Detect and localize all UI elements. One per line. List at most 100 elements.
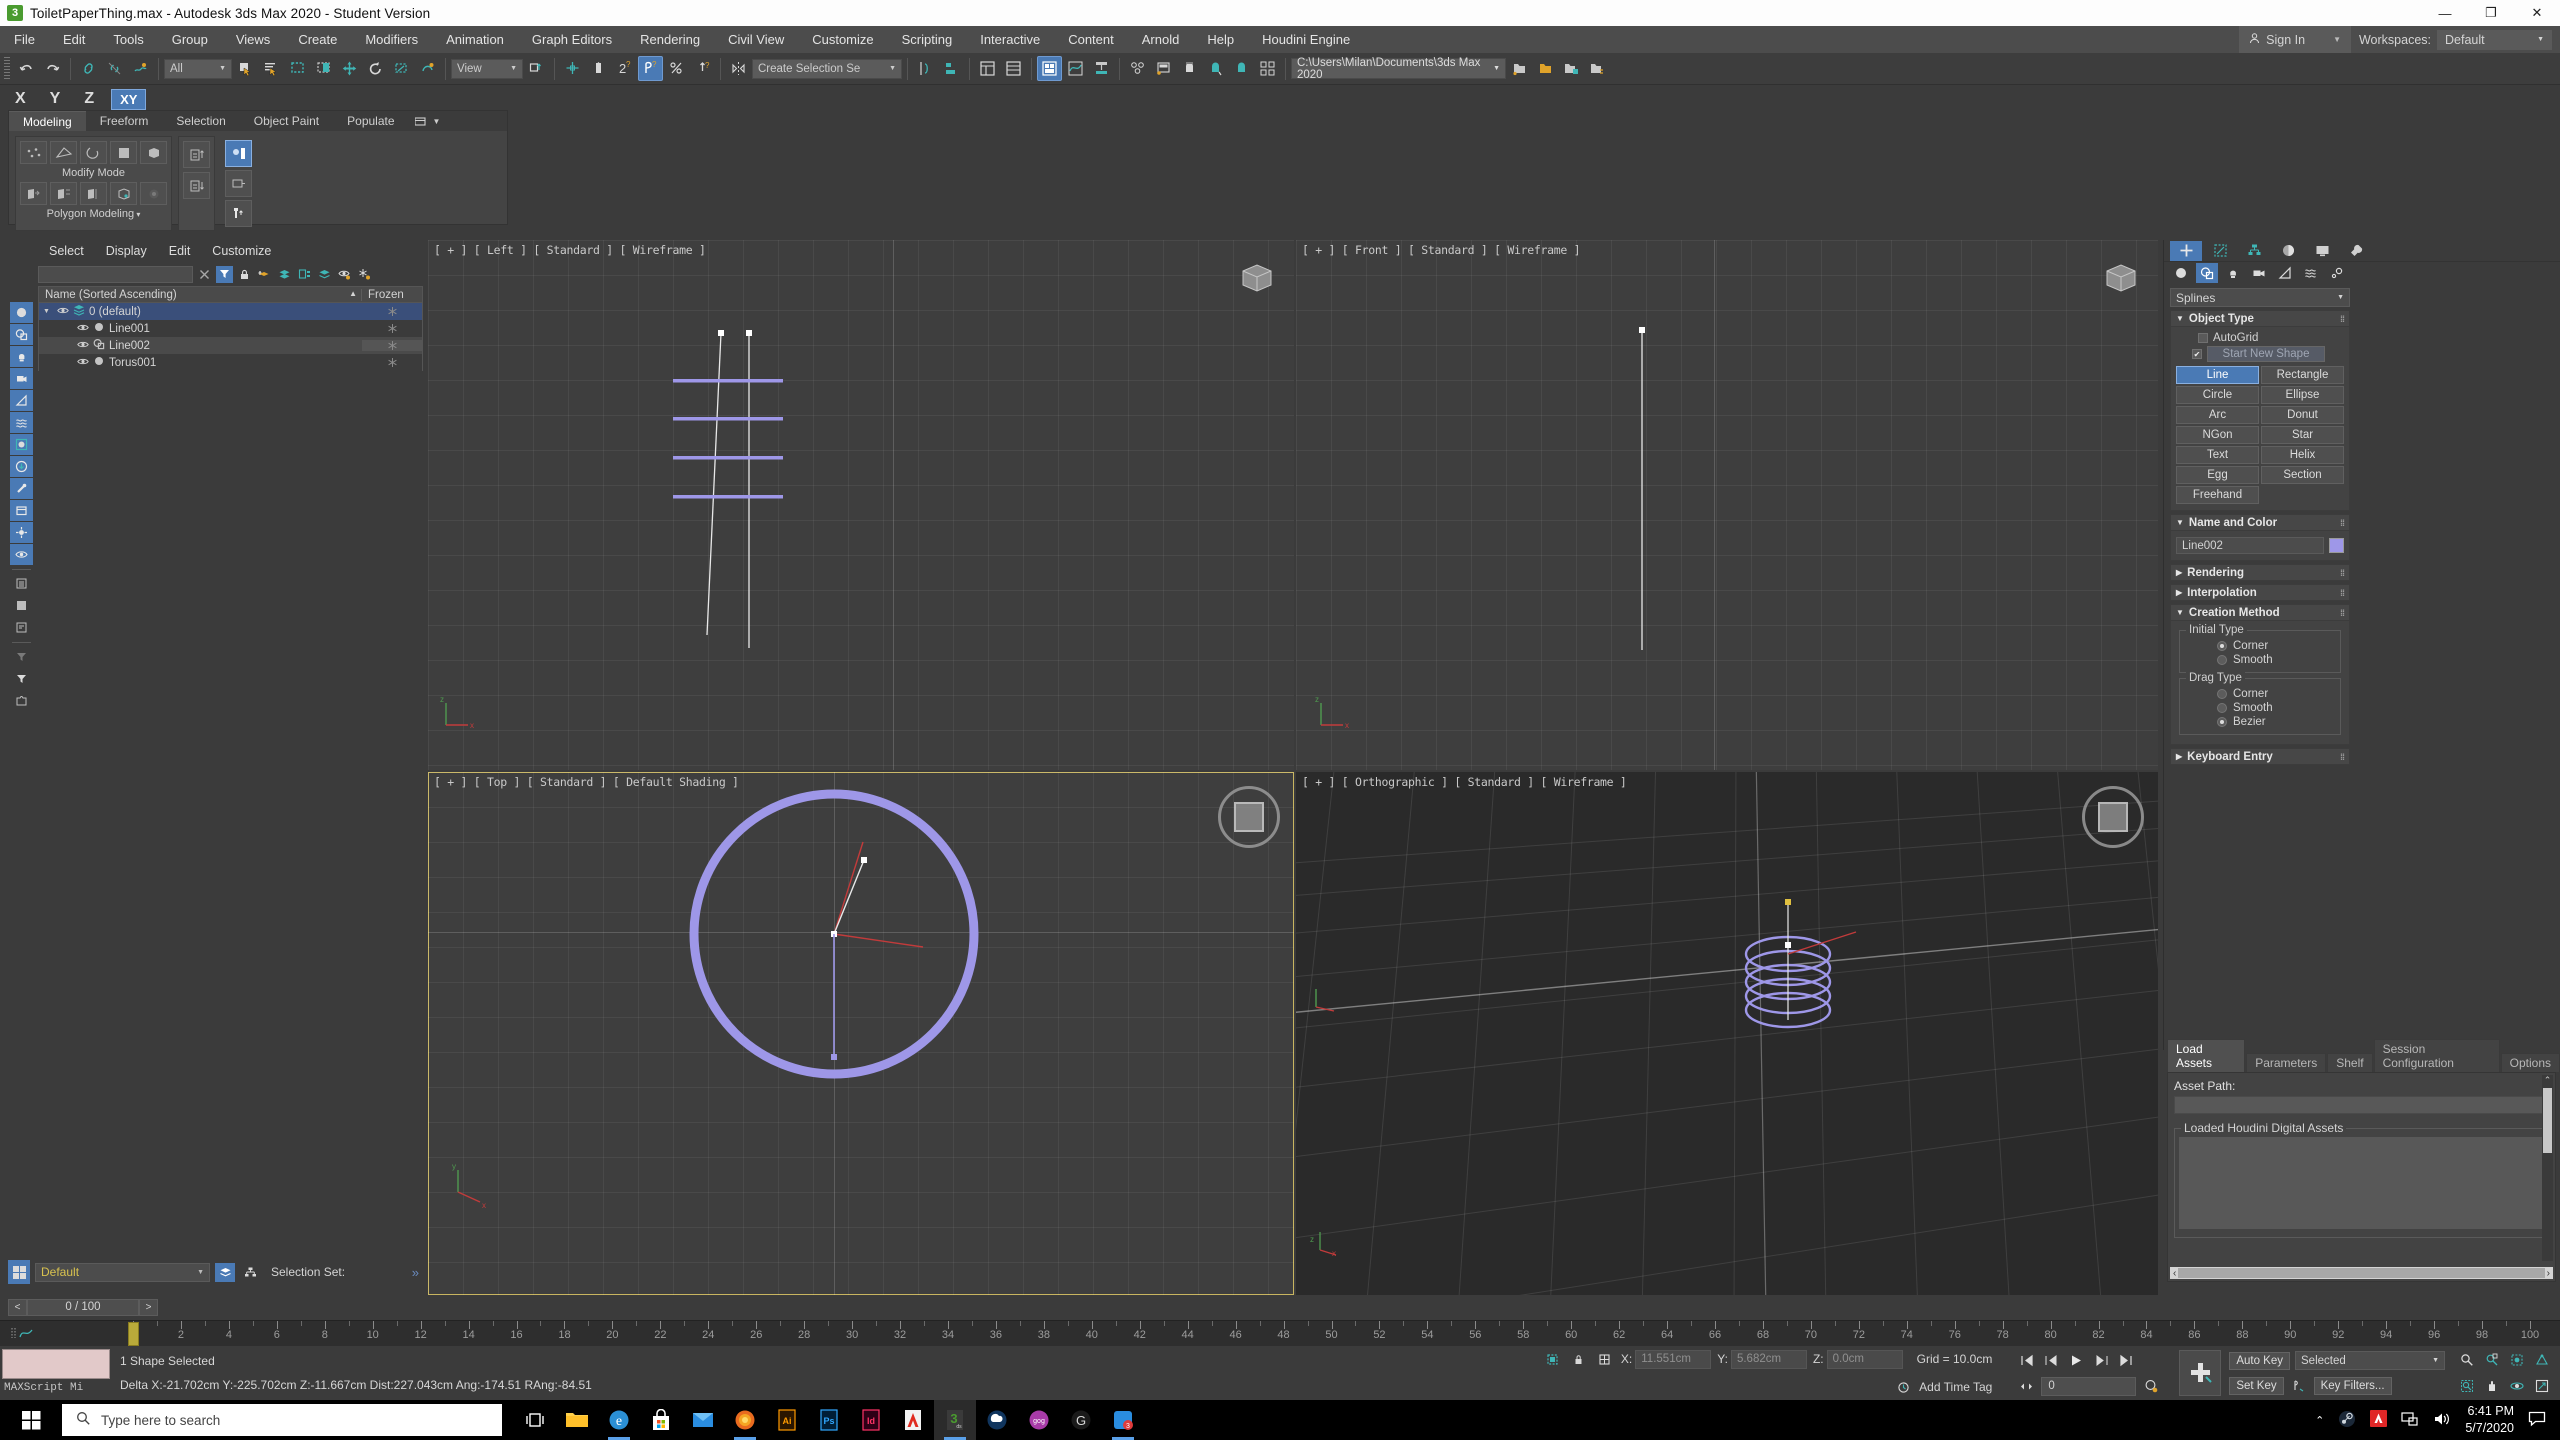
task-view-icon[interactable] xyxy=(514,1400,556,1440)
configure-filter-icon[interactable] xyxy=(10,646,33,667)
geometry-category-icon[interactable] xyxy=(2170,263,2192,283)
object-type-button-circle[interactable]: Circle xyxy=(2176,386,2259,404)
menu-item-interactive[interactable]: Interactive xyxy=(966,26,1054,53)
object-type-button-line[interactable]: Line xyxy=(2176,366,2259,384)
start-new-shape-row[interactable]: ✔ Start New Shape xyxy=(2176,345,2344,363)
filter-cameras-icon[interactable] xyxy=(10,368,33,389)
autogrid-checkbox-row[interactable]: AutoGrid xyxy=(2176,331,2344,345)
snaps-toggle-icon[interactable] xyxy=(560,56,585,81)
viewport-orthographic-label[interactable]: [ + ] [ Orthographic ] [ Standard ] [ Wi… xyxy=(1302,775,1627,789)
edge-icon[interactable]: e xyxy=(598,1400,640,1440)
maximize-viewport-icon[interactable] xyxy=(2532,1377,2552,1396)
key-filters-button[interactable]: Key Filters... xyxy=(2313,1376,2392,1395)
menu-item-file[interactable]: File xyxy=(0,26,49,53)
display-solid-icon[interactable] xyxy=(10,595,33,616)
axis-y-button[interactable]: Y xyxy=(43,90,68,108)
minimize-button[interactable]: — xyxy=(2422,0,2468,26)
play-animation-icon[interactable] xyxy=(2066,1351,2086,1370)
display-list-icon[interactable] xyxy=(10,573,33,594)
selection-lock-region-icon[interactable] xyxy=(1543,1350,1563,1369)
filter-containers-icon[interactable] xyxy=(10,500,33,521)
zoom-all-icon[interactable] xyxy=(2482,1351,2502,1370)
percent-snap-icon[interactable] xyxy=(664,56,689,81)
project-path-select[interactable]: C:\Users\Milan\Documents\3ds Max 2020 ▼ xyxy=(1291,57,1506,81)
coord-x-input[interactable]: 11.551cm xyxy=(1635,1349,1712,1369)
photoshop-icon[interactable]: Ps xyxy=(808,1400,850,1440)
menu-item-graph-editors[interactable]: Graph Editors xyxy=(518,26,626,53)
axis-xy-button[interactable]: XY xyxy=(111,88,147,110)
keyboard-entry-header[interactable]: ▶ Keyboard Entry ⁞⁞ xyxy=(2170,748,2350,765)
menu-item-scripting[interactable]: Scripting xyxy=(888,26,967,53)
edge-subobject-icon[interactable] xyxy=(50,141,77,164)
viewport-front-label[interactable]: [ + ] [ Front ] [ Standard ] [ Wireframe… xyxy=(1302,243,1581,257)
workspaces-select[interactable]: Default ▼ xyxy=(2437,29,2552,50)
autogrid-checkbox[interactable] xyxy=(2198,333,2208,343)
object-category-select[interactable]: Splines ▼ xyxy=(2170,288,2350,307)
houdini-tab-shelf[interactable]: Shelf xyxy=(2327,1053,2373,1072)
set-key-button[interactable] xyxy=(2179,1350,2222,1396)
visibility-toggle-icon[interactable] xyxy=(77,340,89,352)
creation-method-header[interactable]: ▼ Creation Method ⁞⁞ xyxy=(2170,604,2350,621)
microsoft-store-icon[interactable] xyxy=(640,1400,682,1440)
mirror-icon[interactable] xyxy=(726,56,751,81)
object-type-button-egg[interactable]: Egg xyxy=(2176,466,2259,484)
object-color-swatch[interactable] xyxy=(2329,538,2344,553)
key-filters-toggle-icon[interactable] xyxy=(2289,1376,2309,1395)
zoom-icon[interactable] xyxy=(2457,1351,2477,1370)
houdini-horizontal-scrollbar[interactable]: ‹ › xyxy=(2170,1267,2553,1279)
scene-explorer-row[interactable]: ▼ 0 (default) xyxy=(39,303,422,320)
lights-category-icon[interactable] xyxy=(2222,263,2244,283)
open-file-icon[interactable] xyxy=(1507,56,1532,81)
symmetry-tools-icon[interactable] xyxy=(50,182,77,205)
maxscript-output-pane[interactable] xyxy=(2,1349,110,1379)
object-type-button-section[interactable]: Section xyxy=(2261,466,2344,484)
redo-icon[interactable] xyxy=(40,56,65,81)
filter-bones-icon[interactable] xyxy=(10,478,33,499)
go-to-start-icon[interactable] xyxy=(2016,1351,2036,1370)
key-mode-select[interactable]: Selected ▼ xyxy=(2295,1351,2445,1370)
filter-particles-icon[interactable] xyxy=(10,522,33,543)
rendered-frame-window-icon[interactable] xyxy=(1177,56,1202,81)
file-explorer-icon[interactable] xyxy=(556,1400,598,1440)
clock[interactable]: 6:41 PM 5/7/2020 xyxy=(2465,1403,2514,1437)
save-file-icon[interactable] xyxy=(1533,56,1558,81)
houdini-tab-options[interactable]: Options xyxy=(2500,1053,2560,1072)
axis-z-button[interactable]: Z xyxy=(77,90,101,108)
menu-item-group[interactable]: Group xyxy=(158,26,222,53)
toolbar-toggle-icon[interactable] xyxy=(10,690,33,711)
network-icon[interactable] xyxy=(2401,1411,2419,1430)
next-range-button[interactable]: > xyxy=(139,1298,158,1316)
coord-z-input[interactable]: 0.0cm xyxy=(1826,1349,1903,1369)
project-folder-icon[interactable] xyxy=(1559,56,1584,81)
column-frozen-label[interactable]: Frozen xyxy=(362,289,422,301)
isolate-selection-icon[interactable] xyxy=(225,200,252,227)
name-and-color-header[interactable]: ▼ Name and Color ⁞⁞ xyxy=(2170,514,2350,531)
notification-icon[interactable] xyxy=(2528,1411,2546,1430)
select-and-rotate-icon[interactable] xyxy=(363,56,388,81)
illustrator-icon[interactable]: Ai xyxy=(766,1400,808,1440)
scene-explorer-row[interactable]: Line002 xyxy=(39,337,422,354)
lock-icon[interactable] xyxy=(236,266,253,283)
use-pivot-point-center-icon[interactable] xyxy=(524,56,549,81)
orbit-view-icon[interactable] xyxy=(2507,1377,2527,1396)
mail-icon[interactable] xyxy=(682,1400,724,1440)
open-asset-tracking-icon[interactable] xyxy=(1255,56,1280,81)
explorer-menu-select[interactable]: Select xyxy=(38,240,95,262)
object-type-button-ellipse[interactable]: Ellipse xyxy=(2261,386,2344,404)
generate-topology-icon[interactable] xyxy=(20,182,47,205)
menu-item-arnold[interactable]: Arnold xyxy=(1128,26,1194,53)
navigation-gizmo-icon[interactable] xyxy=(2082,786,2144,848)
start-button[interactable] xyxy=(0,1400,62,1440)
edit-named-selection-icon[interactable]: ? xyxy=(690,56,715,81)
time-configuration-icon[interactable] xyxy=(2141,1377,2161,1396)
previous-frame-icon[interactable] xyxy=(2041,1351,2061,1370)
absolute-relative-toggle-icon[interactable] xyxy=(1595,1350,1615,1369)
object-type-button-rectangle[interactable]: Rectangle xyxy=(2261,366,2344,384)
explorer-menu-edit[interactable]: Edit xyxy=(158,240,202,262)
start-new-shape-checkbox[interactable]: ✔ xyxy=(2192,349,2202,359)
align-tools-icon[interactable] xyxy=(80,182,107,205)
freeze-toggle-icon[interactable] xyxy=(362,357,422,368)
loaded-assets-list[interactable] xyxy=(2179,1137,2544,1229)
indesign-icon[interactable]: Id xyxy=(850,1400,892,1440)
filter-groups-icon[interactable] xyxy=(10,434,33,455)
